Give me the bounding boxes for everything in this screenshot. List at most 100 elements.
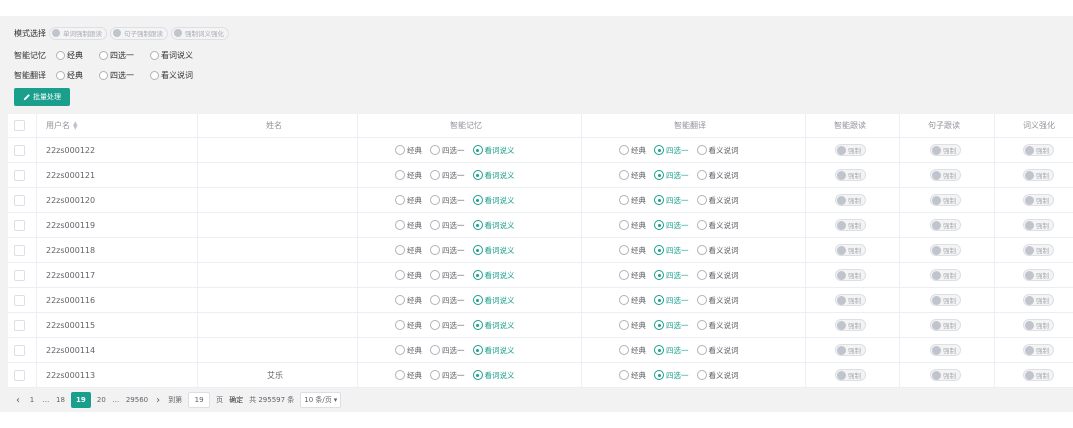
memory-radio-choose[interactable]: 四选一 bbox=[99, 50, 134, 61]
memory-radio-group-option[interactable]: 看词说义 bbox=[472, 245, 515, 256]
read-follow-toggle[interactable]: 强制 bbox=[835, 244, 866, 256]
row-checkbox[interactable] bbox=[14, 269, 25, 281]
translate-radio-group-option[interactable]: 经典 bbox=[619, 245, 646, 256]
memory-radio-group-option[interactable]: 经典 bbox=[395, 145, 422, 156]
translate-radio-group-option[interactable]: 四选一 bbox=[654, 270, 689, 281]
translate-radio-group-option[interactable]: 四选一 bbox=[654, 195, 689, 206]
row-checkbox[interactable] bbox=[14, 294, 25, 306]
read-follow-toggle[interactable]: 强制 bbox=[835, 319, 866, 331]
sentence-follow-toggle[interactable]: 强制 bbox=[930, 194, 961, 206]
row-checkbox[interactable] bbox=[14, 169, 25, 181]
translate-radio-group-option[interactable]: 看义说词 bbox=[696, 345, 739, 356]
sentence-follow-toggle[interactable]: 强制 bbox=[930, 169, 961, 181]
translate-radio-group-option[interactable]: 四选一 bbox=[654, 345, 689, 356]
meaning-strengthen-toggle[interactable]: 强制 bbox=[1023, 169, 1054, 181]
select-all-checkbox[interactable] bbox=[14, 120, 25, 131]
translate-radio-group-option[interactable]: 经典 bbox=[619, 345, 646, 356]
translate-radio-group-option[interactable]: 经典 bbox=[619, 370, 646, 381]
meaning-strengthen-toggle[interactable]: 强制 bbox=[1023, 319, 1054, 331]
translate-radio-group-option[interactable]: 看义说词 bbox=[696, 195, 739, 206]
translate-radio-choose[interactable]: 四选一 bbox=[99, 70, 134, 81]
read-follow-toggle[interactable]: 强制 bbox=[835, 219, 866, 231]
read-follow-toggle[interactable]: 强制 bbox=[835, 344, 866, 356]
memory-radio-group-option[interactable]: 四选一 bbox=[430, 345, 465, 356]
translate-radio-group-option[interactable]: 经典 bbox=[619, 170, 646, 181]
translate-radio-group-option[interactable]: 经典 bbox=[619, 295, 646, 306]
memory-radio-group-option[interactable]: 看词说义 bbox=[472, 270, 515, 281]
meaning-strengthen-toggle[interactable]: 强制 bbox=[1023, 269, 1054, 281]
sentence-follow-toggle[interactable]: 强制 bbox=[930, 344, 961, 356]
read-follow-toggle[interactable]: 强制 bbox=[835, 294, 866, 306]
translate-radio-group-option[interactable]: 看义说词 bbox=[696, 320, 739, 331]
memory-radio-group-option[interactable]: 看词说义 bbox=[472, 370, 515, 381]
sentence-follow-toggle[interactable]: 强制 bbox=[930, 144, 961, 156]
memory-radio-group-option[interactable]: 看词说义 bbox=[472, 320, 515, 331]
memory-radio-group-option[interactable]: 看词说义 bbox=[472, 195, 515, 206]
memory-radio-group-option[interactable]: 看词说义 bbox=[472, 170, 515, 181]
memory-radio-see-word[interactable]: 看词说义 bbox=[150, 50, 193, 61]
sort-icon[interactable]: ▲ ▼ bbox=[73, 120, 78, 130]
translate-radio-see-meaning[interactable]: 看义说词 bbox=[150, 70, 193, 81]
sentence-follow-toggle[interactable]: 强制 bbox=[930, 269, 961, 281]
memory-radio-group-option[interactable]: 经典 bbox=[395, 170, 422, 181]
meaning-strengthen-toggle[interactable]: 强制 bbox=[1023, 144, 1054, 156]
meaning-strengthen-toggle[interactable]: 强制 bbox=[1023, 194, 1054, 206]
memory-radio-group-option[interactable]: 经典 bbox=[395, 270, 422, 281]
memory-radio-group-option[interactable]: 四选一 bbox=[430, 245, 465, 256]
memory-radio-group-option[interactable]: 经典 bbox=[395, 370, 422, 381]
memory-radio-group-option[interactable]: 看词说义 bbox=[472, 220, 515, 231]
chevron-right-icon[interactable]: › bbox=[154, 395, 162, 406]
memory-radio-group-option[interactable]: 看词说义 bbox=[472, 145, 515, 156]
meaning-strengthen-toggle[interactable]: 强制 bbox=[1023, 294, 1054, 306]
confirm-button[interactable]: 确定 bbox=[229, 395, 243, 405]
translate-radio-group-option[interactable]: 看义说词 bbox=[696, 270, 739, 281]
page-last[interactable]: 29560 bbox=[126, 396, 148, 404]
memory-radio-group-option[interactable]: 四选一 bbox=[430, 195, 465, 206]
memory-radio-group-option[interactable]: 四选一 bbox=[430, 220, 465, 231]
translate-radio-group-option[interactable]: 经典 bbox=[619, 220, 646, 231]
read-follow-toggle[interactable]: 强制 bbox=[835, 169, 866, 181]
read-follow-toggle[interactable]: 强制 bbox=[835, 269, 866, 281]
meaning-strengthen-toggle[interactable]: 强制词义强化 bbox=[171, 26, 229, 40]
row-checkbox[interactable] bbox=[14, 219, 25, 231]
translate-radio-group-option[interactable]: 四选一 bbox=[654, 320, 689, 331]
meaning-strengthen-toggle[interactable]: 强制 bbox=[1023, 244, 1054, 256]
translate-radio-group-option[interactable]: 四选一 bbox=[654, 170, 689, 181]
meaning-strengthen-toggle[interactable]: 强制 bbox=[1023, 369, 1054, 381]
row-checkbox[interactable] bbox=[14, 369, 25, 381]
sentence-follow-toggle[interactable]: 强制 bbox=[930, 244, 961, 256]
meaning-strengthen-toggle[interactable]: 强制 bbox=[1023, 344, 1054, 356]
row-checkbox[interactable] bbox=[14, 194, 25, 206]
sentence-follow-toggle[interactable]: 强制 bbox=[930, 369, 961, 381]
sentence-follow-toggle[interactable]: 强制 bbox=[930, 294, 961, 306]
translate-radio-group-option[interactable]: 看义说词 bbox=[696, 170, 739, 181]
page-after[interactable]: 20 bbox=[97, 396, 106, 404]
translate-radio-group-option[interactable]: 四选一 bbox=[654, 145, 689, 156]
chevron-left-icon[interactable]: ‹ bbox=[14, 395, 22, 406]
translate-radio-group-option[interactable]: 四选一 bbox=[654, 295, 689, 306]
meaning-strengthen-toggle[interactable]: 强制 bbox=[1023, 219, 1054, 231]
memory-radio-classic[interactable]: 经典 bbox=[56, 50, 83, 61]
translate-radio-group-option[interactable]: 经典 bbox=[619, 320, 646, 331]
page-ellipsis-right[interactable]: ... bbox=[112, 396, 120, 404]
memory-radio-group-option[interactable]: 看词说义 bbox=[472, 295, 515, 306]
translate-radio-classic[interactable]: 经典 bbox=[56, 70, 83, 81]
translate-radio-group-option[interactable]: 四选一 bbox=[654, 370, 689, 381]
page-ellipsis-left[interactable]: ... bbox=[42, 396, 50, 404]
translate-radio-group-option[interactable]: 看义说词 bbox=[696, 370, 739, 381]
row-checkbox[interactable] bbox=[14, 144, 25, 156]
read-follow-toggle[interactable]: 强制 bbox=[835, 194, 866, 206]
translate-radio-group-option[interactable]: 看义说词 bbox=[696, 220, 739, 231]
memory-radio-group-option[interactable]: 四选一 bbox=[430, 320, 465, 331]
row-checkbox[interactable] bbox=[14, 319, 25, 331]
read-follow-toggle[interactable]: 强制 bbox=[835, 144, 866, 156]
memory-radio-group-option[interactable]: 经典 bbox=[395, 195, 422, 206]
row-checkbox[interactable] bbox=[14, 244, 25, 256]
translate-radio-group-option[interactable]: 四选一 bbox=[654, 245, 689, 256]
row-checkbox[interactable] bbox=[14, 344, 25, 356]
translate-radio-group-option[interactable]: 看义说词 bbox=[696, 295, 739, 306]
read-follow-toggle[interactable]: 强制 bbox=[835, 369, 866, 381]
batch-process-button[interactable]: 批量处理 bbox=[14, 88, 70, 106]
translate-radio-group-option[interactable]: 四选一 bbox=[654, 220, 689, 231]
page-before[interactable]: 18 bbox=[56, 396, 65, 404]
